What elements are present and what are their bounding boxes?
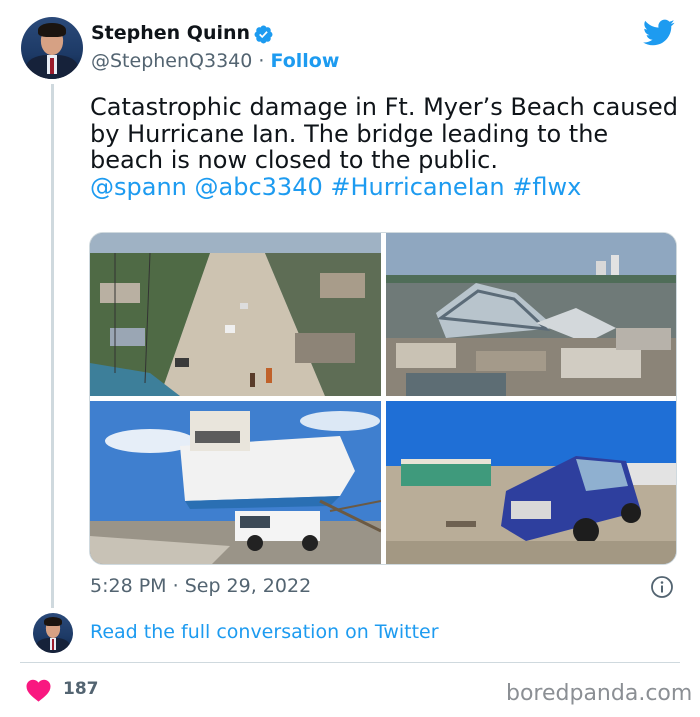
author-handle-row: @StephenQ3340 · Follow (91, 50, 339, 72)
conversation-avatar[interactable] (33, 613, 73, 653)
tweet-time: 5:28 PM (90, 575, 167, 597)
timestamp-separator: · (172, 575, 179, 597)
tweet-date: Sep 29, 2022 (184, 575, 312, 597)
photo-boat-on-car[interactable] (90, 401, 381, 565)
verified-badge-icon (254, 25, 273, 44)
like-count: 187 (63, 679, 99, 699)
heart-icon[interactable] (25, 678, 52, 702)
handle-separator: · (258, 50, 265, 72)
author-avatar[interactable] (21, 17, 83, 79)
follow-button[interactable]: Follow (270, 50, 339, 72)
tweet-card: Stephen Quinn @StephenQ3340 · Follow Cat… (0, 0, 700, 717)
read-conversation-link[interactable]: Read the full conversation on Twitter (90, 621, 439, 643)
tweet-timestamp[interactable]: 5:28 PM · Sep 29, 2022 (90, 575, 311, 597)
hashtag-flwx[interactable]: #flwx (512, 173, 581, 201)
photo-damaged-street[interactable] (90, 233, 381, 396)
photo-wrecked-van[interactable] (386, 401, 677, 565)
photo-collapsed-buildings[interactable] (386, 233, 677, 396)
mention-abc3340[interactable]: @abc3340 (195, 173, 323, 201)
divider (20, 662, 680, 663)
watermark: boredpanda.com (506, 681, 693, 706)
mention-spann[interactable]: @spann (90, 173, 187, 201)
media-grid (89, 232, 677, 565)
author-handle[interactable]: @StephenQ3340 (91, 50, 252, 72)
info-icon[interactable] (650, 575, 674, 599)
author-name[interactable]: Stephen Quinn (91, 22, 250, 44)
twitter-bird-icon[interactable] (643, 19, 675, 47)
tweet-text: Catastrophic damage in Ft. Myer’s Beach … (90, 94, 680, 200)
thread-line (51, 84, 54, 608)
tweet-body: Catastrophic damage in Ft. Myer’s Beach … (90, 93, 678, 174)
hashtag-hurricaneian[interactable]: #HurricaneIan (330, 173, 504, 201)
